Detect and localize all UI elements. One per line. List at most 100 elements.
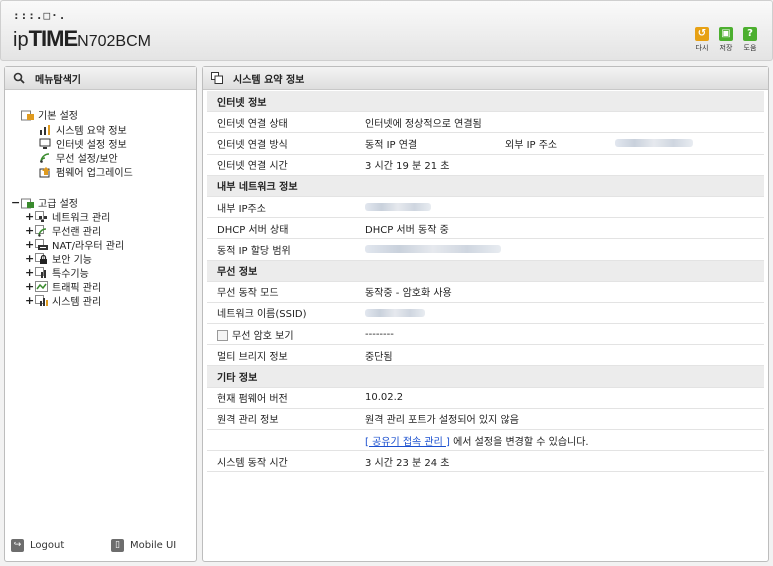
section-label: 내부 네트워크 정보	[217, 182, 298, 194]
monitor-icon	[39, 138, 53, 150]
row-label: 멀티 브리지 정보	[217, 351, 288, 363]
sidebar-item-wlan-management[interactable]: + 무선랜 관리	[25, 223, 101, 238]
table-row: 시스템 동작 시간 3 시간 23 분 24 초	[207, 451, 764, 473]
logo-dots: :::.□·.	[13, 9, 67, 22]
folder-settings-icon	[21, 197, 35, 209]
row-label: 무선 동작 모드	[217, 288, 279, 300]
lock-icon	[35, 252, 49, 265]
help-button[interactable]: ? 도움	[740, 27, 760, 53]
sidebar-item-security[interactable]: + 보안 기능	[25, 251, 92, 266]
wireless-icon	[35, 224, 49, 237]
row-value: DHCP 서버 동작 중	[365, 224, 449, 236]
show-password-checkbox[interactable]	[217, 330, 228, 342]
redacted-internal-ip	[365, 203, 431, 212]
row-label: 인터넷 연결 시간	[217, 161, 288, 173]
logo-prefix: ip	[13, 29, 29, 51]
sidebar-item-system-management[interactable]: + 시스템 관리	[25, 293, 101, 308]
table-row: 인터넷 연결 방식 동적 IP 연결 외부 IP 주소	[207, 133, 764, 155]
table-row: 현재 펌웨어 버전 10.02.2	[207, 388, 764, 409]
redacted-external-ip	[615, 139, 693, 148]
main-panel-header: 시스템 요약 정보	[203, 67, 768, 90]
expand-toggle[interactable]: +	[25, 266, 35, 279]
mobile-ui-button[interactable]: ▯ Mobile UI	[111, 539, 176, 552]
row-value: 10.02.2	[365, 392, 404, 404]
save-button[interactable]: ▣ 저장	[716, 27, 736, 53]
help-icon: ?	[743, 27, 757, 41]
row-label: 인터넷 연결 상태	[217, 118, 288, 130]
row-label: 현재 펌웨어 버전	[217, 394, 288, 406]
remote-admin-link[interactable]: [ 공유기 접속 관리 ]	[365, 437, 450, 448]
sidebar-item-label: NAT/라우터 관리	[52, 241, 125, 252]
tree-group-basic-label: 기본 설정	[38, 111, 78, 122]
show-password-toggle[interactable]: 무선 암호 보기	[217, 327, 294, 342]
logo-mark: TIME	[28, 26, 79, 51]
app-header: :::.□·. ipTIMEN702BCM ↺ 다시 ▣ 저장 ? 도움	[0, 0, 773, 61]
expand-toggle[interactable]: +	[25, 224, 35, 237]
help-label: 도움	[743, 44, 757, 52]
sidebar-item-label: 펌웨어 업그레이드	[56, 168, 133, 179]
tree-group-basic[interactable]: 기본 설정	[21, 107, 78, 122]
row-label: 인터넷 연결 방식	[217, 139, 288, 151]
menu-explorer-title: 메뉴탐색기	[35, 74, 81, 86]
remote-admin-suffix: 에서 설정을 변경할 수 있습니다.	[449, 436, 589, 448]
sidebar-footer: ↪ Logout ▯ Mobile UI	[5, 537, 196, 557]
summary-table: 인터넷 정보 인터넷 연결 상태 인터넷에 정상적으로 연결됨 인터넷 연결 방식…	[207, 91, 764, 473]
special-functions-icon	[35, 266, 49, 279]
row-value: 동작중 - 암호화 사용	[365, 288, 452, 300]
expand-toggle[interactable]: +	[25, 252, 35, 265]
table-row: 원격 관리 정보 원격 관리 포트가 설정되어 있지 않음	[207, 409, 764, 430]
sidebar-item-label: 무선랜 관리	[52, 227, 102, 238]
system-icon	[35, 294, 49, 307]
logo-model: N702BCM	[77, 33, 151, 50]
header-toolbar: ↺ 다시 ▣ 저장 ? 도움	[692, 27, 760, 53]
sidebar-item-label: 트래픽 관리	[52, 283, 102, 294]
table-row: [ 공유기 접속 관리 ] 에서 설정을 변경할 수 있습니다.	[207, 430, 764, 452]
expand-toggle[interactable]: +	[25, 280, 35, 293]
expand-toggle[interactable]: +	[25, 294, 35, 307]
upgrade-icon	[39, 166, 53, 178]
collapse-toggle[interactable]: −	[11, 196, 21, 209]
page-title: 시스템 요약 정보	[233, 74, 305, 86]
sidebar-item-system-summary[interactable]: 시스템 요약 정보	[39, 122, 127, 137]
tree-group-advanced[interactable]: − 고급 설정	[11, 195, 78, 210]
sidebar-item-wireless-security[interactable]: 무선 설정/보안	[39, 150, 118, 165]
sidebar-item-special-functions[interactable]: + 특수기능	[25, 265, 89, 280]
network-icon	[35, 210, 49, 223]
wireless-icon	[39, 152, 53, 164]
refresh-button[interactable]: ↺ 다시	[692, 27, 712, 53]
external-ip-label: 외부 IP 주소	[505, 139, 558, 151]
expand-toggle[interactable]: +	[25, 238, 35, 251]
sidebar-item-network-management[interactable]: + 네트워크 관리	[25, 209, 110, 224]
sidebar-item-internet-settings[interactable]: 인터넷 설정 정보	[39, 136, 127, 151]
iptime-logo: ipTIMEN702BCM	[13, 26, 151, 52]
row-label: 무선 암호 보기	[232, 330, 294, 342]
folder-settings-icon	[21, 109, 35, 121]
redacted-ssid	[365, 308, 425, 317]
mobile-ui-label: Mobile UI	[130, 540, 177, 551]
row-label: 원격 관리 정보	[217, 415, 279, 427]
sidebar-item-nat-router[interactable]: + NAT/라우터 관리	[25, 237, 124, 252]
row-value: 3 시간 23 분 24 초	[365, 457, 450, 469]
sidebar-item-label: 시스템 관리	[52, 297, 102, 308]
sidebar-item-traffic-management[interactable]: + 트래픽 관리	[25, 279, 101, 294]
section-label: 인터넷 정보	[217, 97, 267, 109]
row-label: 내부 IP주소	[217, 203, 266, 215]
redacted-ip-range	[365, 245, 501, 254]
section-internal-network: 내부 네트워크 정보	[207, 175, 764, 197]
table-row: 내부 IP주소	[207, 197, 764, 219]
sidebar-item-label: 보안 기능	[52, 255, 92, 266]
row-value: 원격 관리 포트가 설정되어 있지 않음	[365, 415, 519, 427]
expand-toggle[interactable]: +	[25, 210, 35, 223]
traffic-icon	[35, 280, 49, 293]
row-value: 중단됨	[365, 351, 393, 363]
logout-button[interactable]: ↪ Logout	[11, 539, 64, 552]
sidebar-item-firmware-upgrade[interactable]: 펌웨어 업그레이드	[39, 164, 133, 179]
row-label: 시스템 동작 시간	[217, 457, 288, 469]
menu-explorer: 메뉴탐색기 기본 설정 시스템 요약 정보 인터넷 설정 정보 무선 설정/보안…	[4, 66, 197, 562]
section-other: 기타 정보	[207, 366, 764, 388]
table-row: 동적 IP 할당 범위	[207, 239, 764, 261]
system-summary-panel: 시스템 요약 정보 인터넷 정보 인터넷 연결 상태 인터넷에 정상적으로 연결됨…	[202, 66, 769, 562]
sidebar-item-label: 특수기능	[52, 269, 89, 280]
save-label: 저장	[719, 44, 733, 52]
chart-icon	[39, 124, 53, 136]
